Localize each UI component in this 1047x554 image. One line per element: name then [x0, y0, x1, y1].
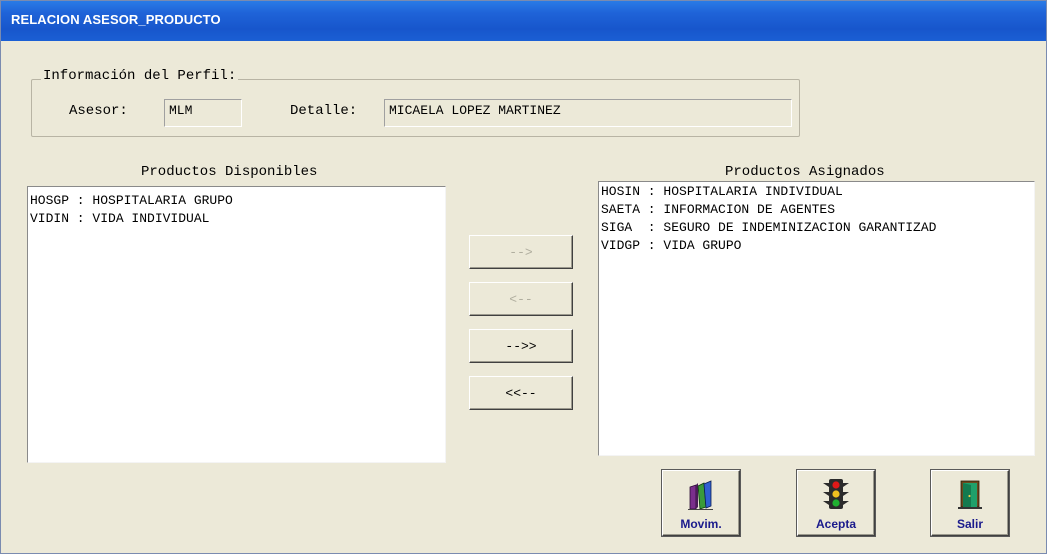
list-item[interactable]: VIDIN : VIDA INDIVIDUAL	[28, 210, 445, 228]
title-bar[interactable]: RELACION ASESOR_PRODUCTO	[1, 1, 1046, 41]
list-item[interactable]: HOSIN : HOSPITALARIA INDIVIDUAL	[599, 183, 1034, 201]
list-item[interactable]: HOSGP : HOSPITALARIA GRUPO	[28, 192, 445, 210]
assigned-products-header: Productos Asignados	[725, 164, 885, 180]
app-window: RELACION ASESOR_PRODUCTO Información del…	[0, 0, 1047, 554]
movim-label: Movim.	[680, 517, 722, 531]
traffic-light-icon	[819, 477, 853, 516]
acepta-label: Acepta	[815, 517, 856, 531]
list-item[interactable]: SIGA : SEGURO DE INDEMINIZACION GARANTIZ…	[599, 219, 1034, 237]
salir-label: Salir	[956, 517, 983, 531]
window-title: RELACION ASESOR_PRODUCTO	[11, 12, 221, 27]
exit-door-icon	[953, 477, 987, 516]
list-item[interactable]: SAETA : INFORMACION DE AGENTES	[599, 201, 1034, 219]
assigned-products-list[interactable]: HOSIN : HOSPITALARIA INDIVIDUAL SAETA : …	[598, 181, 1035, 456]
acepta-button[interactable]: Acepta	[797, 470, 875, 536]
remove-all-button[interactable]: <<--	[469, 376, 573, 410]
remove-one-button[interactable]: <--	[469, 282, 573, 316]
detalle-field[interactable]: MICAELA LOPEZ MARTINEZ	[384, 99, 792, 127]
add-all-button[interactable]: -->>	[469, 329, 573, 363]
movim-button[interactable]: Movim.	[662, 470, 740, 536]
books-icon	[684, 477, 718, 516]
salir-button[interactable]: Salir	[931, 470, 1009, 536]
add-one-button[interactable]: -->	[469, 235, 573, 269]
available-products-header: Productos Disponibles	[141, 164, 318, 180]
list-item[interactable]: VIDGP : VIDA GRUPO	[599, 237, 1034, 255]
asesor-field[interactable]: MLM	[164, 99, 242, 127]
asesor-label: Asesor:	[69, 103, 128, 119]
detalle-label: Detalle:	[290, 103, 358, 119]
profile-group-legend: Información del Perfil:	[41, 68, 239, 84]
available-products-list[interactable]: HOSGP : HOSPITALARIA GRUPO VIDIN : VIDA …	[27, 186, 446, 463]
